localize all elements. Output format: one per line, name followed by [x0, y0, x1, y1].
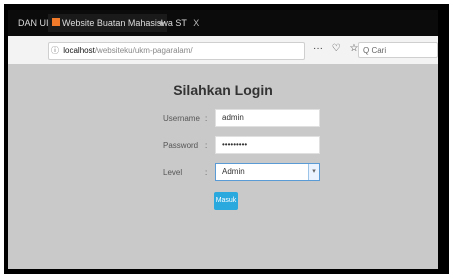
username-label: Username	[163, 114, 200, 123]
password-input[interactable]: •••••••••	[215, 136, 320, 154]
close-icon[interactable]: X	[193, 18, 199, 28]
search-input[interactable]: Q Cari	[358, 42, 438, 58]
favicon-icon	[52, 18, 60, 26]
level-colon: :	[205, 168, 208, 177]
page-title: Silahkan Login	[173, 82, 273, 98]
info-icon[interactable]: ⓘ	[49, 43, 61, 59]
username-colon: :	[205, 114, 208, 123]
url-path: /websiteku/ukm-pagaralam/	[94, 46, 193, 55]
password-label: Password	[163, 141, 199, 150]
pocket-icon[interactable]: ♡	[332, 43, 341, 54]
tab-active[interactable]: Website Buatan Mahasiswa ST X	[48, 14, 199, 32]
tab-title: DAN UI	[18, 18, 49, 28]
page-content: Silahkan Login Username : admin Password…	[8, 64, 438, 269]
tab-title: Website Buatan Mahasiswa ST	[62, 18, 187, 28]
level-select[interactable]: Admin ▾	[215, 163, 320, 181]
navigation-bar: ⓘ localhost/websiteku/ukm-pagaralam/ ···…	[8, 36, 438, 65]
page-actions: ··· ♡ ☆	[313, 43, 365, 54]
chevron-down-icon[interactable]: ▾	[308, 164, 319, 180]
more-actions-icon[interactable]: ···	[313, 43, 323, 54]
url-host: localhost	[63, 46, 95, 55]
submit-button[interactable]: Masuk	[214, 192, 238, 210]
tab-bar: DAN UI X Website Buatan Mahasiswa ST X +	[8, 10, 438, 36]
password-colon: :	[205, 141, 208, 150]
username-input[interactable]: admin	[215, 109, 320, 127]
new-tab-button[interactable]: +	[158, 16, 166, 30]
level-selected-value: Admin	[222, 167, 245, 176]
address-bar[interactable]: ⓘ localhost/websiteku/ukm-pagaralam/	[48, 42, 305, 60]
level-label: Level	[163, 168, 183, 177]
